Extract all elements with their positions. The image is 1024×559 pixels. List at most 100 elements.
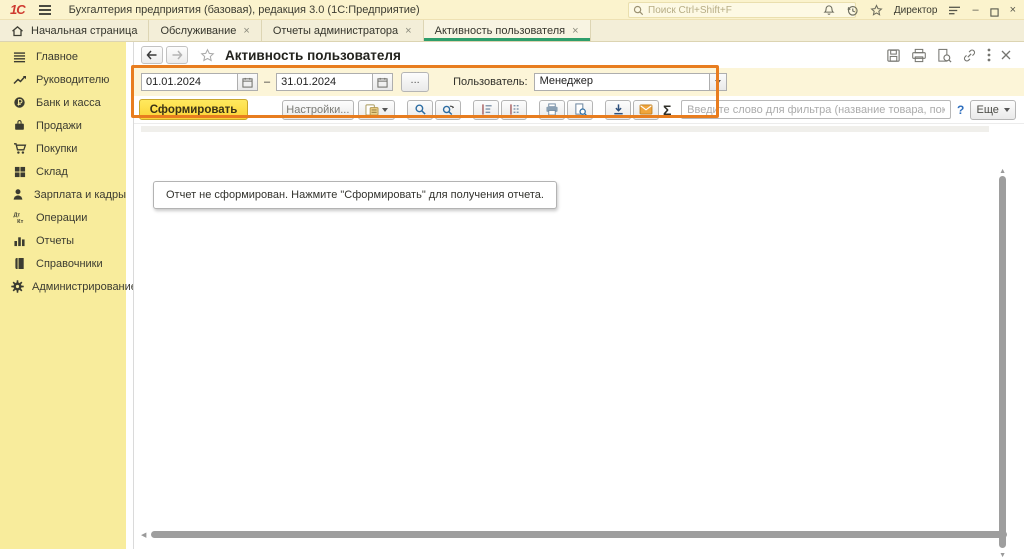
print-button[interactable] <box>539 100 565 120</box>
forward-button[interactable] <box>166 46 188 64</box>
sum-button[interactable]: Σ <box>659 102 675 118</box>
sidebar-item-sales[interactable]: Продажи <box>0 114 126 137</box>
period-dash: – <box>264 76 270 88</box>
trend-icon <box>11 74 28 86</box>
chevron-down-icon <box>382 108 388 112</box>
chevron-down-icon[interactable] <box>709 73 727 91</box>
more-button[interactable]: Еще <box>970 100 1016 120</box>
more-button-label: Еще <box>977 104 999 116</box>
notifications-bell-icon[interactable] <box>823 4 835 17</box>
get-link-icon[interactable] <box>962 48 977 63</box>
cancel-find-button[interactable] <box>435 100 461 120</box>
scroll-left-icon[interactable]: ◀ <box>141 531 146 539</box>
favorite-star-icon[interactable] <box>200 48 215 63</box>
report-message: Отчет не сформирован. Нажмите "Сформиров… <box>153 181 557 209</box>
print-group <box>539 100 593 120</box>
tab-user-activity[interactable]: Активность пользователя × <box>424 20 591 41</box>
tab-close-icon[interactable]: × <box>572 25 578 37</box>
user-select-value[interactable]: Менеджер <box>534 73 709 91</box>
tab-label: Начальная страница <box>31 25 137 37</box>
toolbar-row: Сформировать Настройки... <box>134 96 1024 124</box>
favorites-star-icon[interactable] <box>870 4 883 17</box>
filter-input[interactable] <box>681 100 951 119</box>
person-icon <box>11 188 26 201</box>
sidebar-item-label: Справочники <box>36 258 103 270</box>
tab-close-icon[interactable]: × <box>243 25 249 37</box>
sidebar-item-administration[interactable]: Администрирование <box>0 275 126 298</box>
send-group <box>605 100 659 120</box>
close-form-icon[interactable] <box>1001 50 1011 60</box>
print-preview-icon[interactable] <box>937 48 952 63</box>
scroll-down-icon[interactable]: ▼ <box>999 552 1006 559</box>
gear-icon <box>11 280 24 293</box>
date-from-field <box>141 73 258 91</box>
sidebar-item-operations[interactable]: ДтКт Операции <box>0 206 126 229</box>
list-icon <box>11 51 28 63</box>
tab-label: Активность пользователя <box>435 25 565 37</box>
tab-close-icon[interactable]: × <box>405 25 411 37</box>
sidebar-item-label: Администрирование <box>32 281 137 293</box>
sidebar-item-label: Руководителю <box>36 74 109 86</box>
settings-button[interactable]: Настройки... <box>282 100 353 120</box>
minimize-button[interactable]: – <box>972 0 978 20</box>
sidebar-item-warehouse[interactable]: Склад <box>0 160 126 183</box>
report-variants-button[interactable] <box>358 100 396 120</box>
help-button[interactable]: ? <box>957 103 964 117</box>
period-more-button[interactable]: ... <box>401 72 429 92</box>
titlebar: 1С Бухгалтерия предприятия (базовая), ре… <box>0 0 1024 20</box>
preview-button[interactable] <box>567 100 593 120</box>
service-menu-icon[interactable] <box>948 5 961 16</box>
tab-home[interactable]: Начальная страница <box>0 20 149 41</box>
scroll-up-icon[interactable]: ▲ <box>999 168 1006 175</box>
expand-groups-button[interactable] <box>501 100 527 120</box>
sidebar-item-salary-hr[interactable]: Зарплата и кадры <box>0 183 126 206</box>
global-search[interactable] <box>628 2 856 18</box>
date-from-input[interactable] <box>141 73 237 91</box>
sidebar-item-label: Склад <box>36 166 68 178</box>
tab-label: Отчеты администратора <box>273 25 398 37</box>
generate-button[interactable]: Сформировать <box>139 99 248 120</box>
calendar-icon[interactable] <box>237 73 258 91</box>
cart-icon <box>11 142 28 155</box>
home-icon <box>11 25 24 37</box>
history-icon[interactable] <box>846 4 859 17</box>
user-label: Пользователь: <box>453 76 527 88</box>
sidebar-item-reports[interactable]: Отчеты <box>0 229 126 252</box>
find-button[interactable] <box>407 100 433 120</box>
date-to-input[interactable] <box>276 73 372 91</box>
sidebar-item-label: Банк и касса <box>36 97 101 109</box>
back-button[interactable] <box>141 46 163 64</box>
report-header-icons <box>886 42 1011 68</box>
app-logo: 1С <box>10 2 25 17</box>
tab-label: Обслуживание <box>160 25 236 37</box>
user-select: Менеджер <box>534 73 727 91</box>
current-user[interactable]: Директор <box>894 5 938 16</box>
sidebar-item-for-manager[interactable]: Руководителю <box>0 68 126 91</box>
main-menu-button[interactable] <box>39 5 51 15</box>
search-input[interactable] <box>648 5 851 16</box>
sidebar-item-directories[interactable]: Справочники <box>0 252 126 275</box>
save-icon[interactable] <box>886 48 901 63</box>
tab-service[interactable]: Обслуживание × <box>149 20 261 41</box>
collapse-groups-button[interactable] <box>473 100 499 120</box>
horizontal-scrollbar-thumb[interactable] <box>151 531 1007 538</box>
report-area: Отчет не сформирован. Нажмите "Сформиров… <box>134 124 1024 549</box>
save-file-button[interactable] <box>605 100 631 120</box>
send-email-button[interactable] <box>633 100 659 120</box>
print-icon[interactable] <box>911 48 927 63</box>
search-icon <box>633 5 644 16</box>
calendar-icon[interactable] <box>372 73 393 91</box>
dtkt-icon: ДтКт <box>11 211 28 224</box>
more-menu-icon[interactable] <box>987 48 991 62</box>
chevron-down-icon <box>1004 108 1010 112</box>
tab-admin-reports[interactable]: Отчеты администратора × <box>262 20 424 41</box>
report-variant-icon <box>365 103 379 116</box>
sidebar-item-purchases[interactable]: Покупки <box>0 137 126 160</box>
report-header: Активность пользователя <box>134 42 1024 68</box>
maximize-button[interactable] <box>990 3 999 17</box>
close-button[interactable]: × <box>1010 0 1016 20</box>
sidebar-item-main[interactable]: Главное <box>0 45 126 68</box>
vertical-scrollbar-thumb[interactable] <box>999 176 1006 548</box>
grouping-group <box>473 100 527 120</box>
sidebar-item-bank-cash[interactable]: Банк и касса <box>0 91 126 114</box>
